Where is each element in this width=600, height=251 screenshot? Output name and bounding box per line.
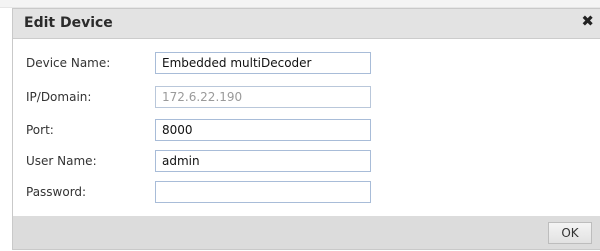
ip-domain-label: IP/Domain: xyxy=(26,90,92,104)
ip-domain-row: IP/Domain: xyxy=(13,86,600,110)
edit-device-dialog: Edit Device ✖ Device Name: IP/Domain: Po… xyxy=(12,8,600,250)
port-row: Port: xyxy=(13,119,600,143)
device-name-row: Device Name: xyxy=(13,52,600,76)
device-name-label: Device Name: xyxy=(26,56,111,70)
password-field[interactable] xyxy=(155,181,371,203)
dialog-title: Edit Device xyxy=(24,15,113,31)
ok-button[interactable]: OK xyxy=(548,222,592,244)
ip-domain-field xyxy=(155,86,371,108)
password-row: Password: xyxy=(13,181,600,205)
dialog-footer: OK xyxy=(13,216,600,249)
port-field[interactable] xyxy=(155,119,371,141)
user-name-label: User Name: xyxy=(26,154,97,168)
port-label: Port: xyxy=(26,123,54,137)
background-page xyxy=(0,0,600,8)
user-name-row: User Name: xyxy=(13,150,600,174)
close-icon[interactable]: ✖ xyxy=(581,12,594,30)
user-name-field[interactable] xyxy=(155,150,371,172)
password-label: Password: xyxy=(26,185,87,199)
device-name-field[interactable] xyxy=(155,52,371,74)
dialog-titlebar: Edit Device ✖ xyxy=(13,9,600,39)
